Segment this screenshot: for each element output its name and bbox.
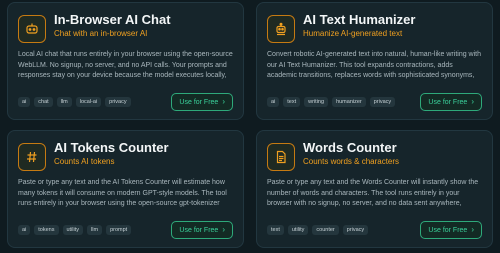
- tag-list: text utility counter privacy: [267, 225, 369, 235]
- tag-list: ai tokens utility llm prompt: [18, 225, 132, 235]
- button-label: Use for Free: [179, 98, 219, 106]
- tag[interactable]: writing: [304, 97, 329, 107]
- tag[interactable]: humanizer: [332, 97, 366, 107]
- card-subtitle: Chat with an in-browser AI: [54, 29, 148, 38]
- chevron-right-icon: ›: [471, 225, 474, 234]
- tag[interactable]: ai: [18, 97, 31, 107]
- card-description: Paste or type any text and the AI Tokens…: [18, 179, 227, 207]
- tag[interactable]: llm: [87, 225, 103, 235]
- tag[interactable]: local-ai: [75, 97, 102, 107]
- card-subtitle: Counts words & characters: [303, 157, 400, 166]
- chevron-right-icon: ›: [222, 225, 225, 234]
- tool-card-ai-text-humanizer[interactable]: AI Text Humanizer Humanize AI-generated …: [256, 2, 493, 120]
- tool-card-in-browser-ai-chat[interactable]: In-Browser AI Chat Chat with an in-brows…: [7, 2, 244, 120]
- robot-icon: [267, 15, 295, 43]
- tag[interactable]: prompt: [106, 225, 132, 235]
- tag[interactable]: chat: [34, 97, 53, 107]
- tag[interactable]: llm: [56, 97, 72, 107]
- tag[interactable]: counter: [312, 225, 339, 235]
- card-title: Words Counter: [303, 140, 397, 155]
- chat-robot-icon: [18, 15, 46, 43]
- chevron-right-icon: ›: [471, 97, 474, 106]
- card-title: In-Browser AI Chat: [54, 12, 171, 27]
- use-for-free-button[interactable]: Use for Free ›: [171, 93, 233, 111]
- chevron-right-icon: ›: [222, 97, 225, 106]
- card-description: Local AI chat that runs entirely in your…: [18, 51, 233, 79]
- card-title: AI Text Humanizer: [303, 12, 416, 27]
- card-description: Convert robotic AI-generated text into n…: [267, 51, 481, 79]
- button-label: Use for Free: [428, 98, 468, 106]
- hash-icon: [18, 143, 46, 171]
- tag[interactable]: utility: [62, 225, 84, 235]
- card-subtitle: Humanize AI-generated text: [303, 29, 403, 38]
- card-subtitle: Counts AI tokens: [54, 157, 115, 166]
- tag[interactable]: ai: [267, 97, 280, 107]
- tag[interactable]: text: [267, 225, 284, 235]
- tool-card-words-counter[interactable]: Words Counter Counts words & characters …: [256, 130, 493, 248]
- use-for-free-button[interactable]: Use for Free ›: [420, 221, 482, 239]
- card-title: AI Tokens Counter: [54, 140, 169, 155]
- tag[interactable]: text: [283, 97, 301, 107]
- tag[interactable]: privacy: [342, 225, 369, 235]
- tag[interactable]: privacy: [369, 97, 396, 107]
- card-description: Paste or type any text and the Words Cou…: [267, 179, 479, 207]
- button-label: Use for Free: [428, 226, 468, 234]
- tag-list: ai chat llm local-ai privacy: [18, 97, 131, 107]
- tag[interactable]: utility: [287, 225, 309, 235]
- button-label: Use for Free: [179, 226, 219, 234]
- tag-list: ai text writing humanizer privacy: [267, 97, 396, 107]
- document-icon: [267, 143, 295, 171]
- tag[interactable]: ai: [18, 225, 31, 235]
- use-for-free-button[interactable]: Use for Free ›: [171, 221, 233, 239]
- tag[interactable]: privacy: [105, 97, 131, 107]
- tool-card-ai-tokens-counter[interactable]: AI Tokens Counter Counts AI tokens Paste…: [7, 130, 244, 248]
- tag[interactable]: tokens: [34, 225, 59, 235]
- use-for-free-button[interactable]: Use for Free ›: [420, 93, 482, 111]
